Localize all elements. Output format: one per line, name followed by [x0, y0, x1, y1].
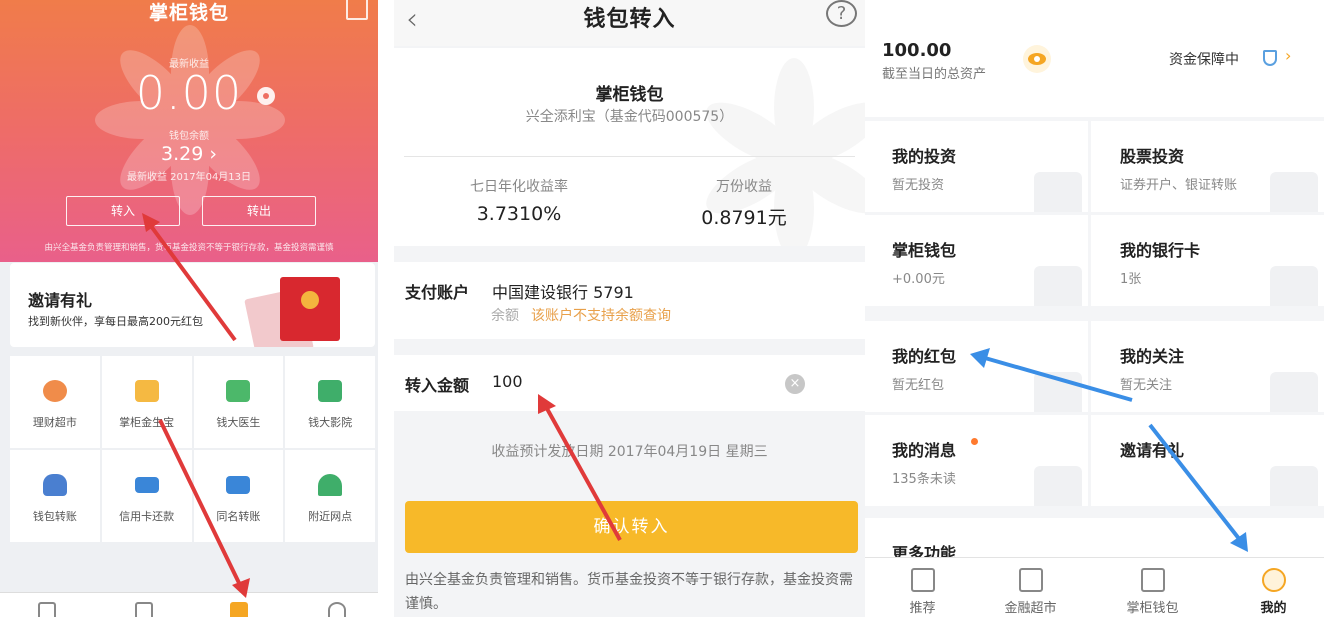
- balance-hint-value: 该账户不支持余额查询: [531, 308, 671, 324]
- rate-value: 3.7310%: [476, 203, 562, 225]
- pay-account-row[interactable]: 支付账户 中国建设银行 5791 余额 该账户不支持余额查询: [394, 262, 865, 339]
- pay-account-value: 中国建设银行 5791: [492, 283, 634, 302]
- credit-card-icon: [134, 477, 159, 493]
- product-name: 掌柜钱包: [595, 85, 664, 105]
- film-icon: [318, 380, 343, 402]
- total-assets: 100.00: [882, 40, 952, 61]
- money-bag-icon: [42, 474, 67, 496]
- eye-icon[interactable]: [257, 87, 275, 105]
- grid-item-credit-card[interactable]: 信用卡还款: [101, 450, 192, 542]
- tile-invite[interactable]: 邀请有礼: [1091, 415, 1324, 506]
- profile-icon: [1261, 568, 1286, 592]
- balance-hint-label: 余额: [491, 308, 519, 324]
- amount-input[interactable]: 100: [492, 372, 523, 391]
- red-envelope-icon: [280, 277, 340, 341]
- disclaimer: 由兴全基金负责管理和销售，货币基金投资不等于银行存款，基金投资需谨慎: [44, 243, 334, 253]
- money-bag-icon: [1270, 172, 1318, 212]
- nav-mine[interactable]: 我的: [1216, 558, 1324, 617]
- fund-protection[interactable]: 资金保障中: [1169, 49, 1239, 69]
- grid-item-doctor[interactable]: 钱大医生: [193, 356, 284, 448]
- grid-item-cinema[interactable]: 钱大影院: [285, 356, 375, 448]
- confirm-transfer-button[interactable]: 确认转入: [405, 501, 858, 553]
- help-icon[interactable]: ?: [826, 0, 857, 27]
- credit-card-icon: [1270, 266, 1318, 306]
- income-date: 收益预计发放日期 2017年04月19日 星期三: [491, 444, 768, 460]
- invite-banner[interactable]: 邀请有礼 找到新伙伴，享每日最高200元红包: [10, 263, 375, 347]
- eye-icon[interactable]: [1023, 45, 1051, 73]
- bottom-nav: [0, 592, 378, 617]
- profile-icon[interactable]: [328, 602, 346, 617]
- wanfen-value: 0.8791元: [701, 207, 787, 229]
- building-icon: [910, 568, 935, 592]
- grid-item-wallet-transfer[interactable]: 钱包转账: [10, 450, 100, 542]
- amount-label: 转入金额: [405, 376, 470, 395]
- nav-header: ‹ 钱包转入 ?: [394, 0, 865, 46]
- page-title: 掌柜钱包: [148, 2, 229, 24]
- envelope-icon: [1034, 466, 1082, 506]
- tile-wallet[interactable]: 掌柜钱包 +0.00元: [865, 215, 1088, 306]
- tile-more[interactable]: 更多功能: [865, 518, 1324, 558]
- basket-icon: [1018, 568, 1043, 592]
- map-pin-icon: [318, 474, 343, 496]
- transfer-in-screen: ‹ 钱包转入 ? 掌柜钱包 兴全添利宝（基金代码000575） 七日年化收益率 …: [394, 0, 865, 617]
- gold-ingot-icon: [134, 380, 159, 402]
- id-card-icon: [226, 476, 251, 494]
- footer-disclaimer: 由兴全基金负责管理和销售。货币基金投资不等于银行存款，基金投资需谨慎。: [405, 572, 853, 612]
- transfer-in-button[interactable]: 转入: [66, 196, 180, 226]
- pie-chart-icon: [42, 380, 67, 402]
- wallet-icon: [1140, 568, 1165, 592]
- tile-stock-investment[interactable]: 股票投资 证券开户、银证转账: [1091, 121, 1324, 212]
- transfer-out-button[interactable]: 转出: [202, 196, 316, 226]
- chevron-right-icon: ›: [1285, 46, 1292, 65]
- total-assets-label: 截至当日的总资产: [882, 67, 987, 82]
- tile-messages[interactable]: 我的消息 135条未读: [865, 415, 1088, 506]
- star-icon: [1270, 372, 1318, 412]
- invite-title: 邀请有礼: [28, 291, 93, 310]
- grid-item-same-name-transfer[interactable]: 同名转账: [193, 450, 284, 542]
- medical-kit-icon: [226, 380, 251, 402]
- page-title: 钱包转入: [583, 7, 676, 32]
- grid-item-nearby[interactable]: 附近网点: [285, 450, 375, 542]
- flower-watermark-icon: [95, 25, 285, 215]
- chart-icon: [1034, 172, 1082, 212]
- wallet-icon[interactable]: [230, 602, 248, 617]
- people-icon: [1270, 466, 1318, 506]
- scan-icon[interactable]: [346, 0, 368, 20]
- pay-account-label: 支付账户: [405, 283, 470, 302]
- clear-icon[interactable]: ×: [785, 374, 805, 394]
- tile-red-packet[interactable]: 我的红包 暂无红包: [865, 321, 1088, 412]
- grid-item-gold[interactable]: 掌柜金生宝: [101, 356, 192, 448]
- bottom-nav: 推荐 金融超市 掌柜钱包 我的: [865, 557, 1324, 617]
- wallet-header: 掌柜钱包 最新收益 0.00 钱包余额 3.29 › 最新收益 2017年04月…: [0, 0, 378, 262]
- building-icon[interactable]: [38, 602, 56, 617]
- product-card: 掌柜钱包 兴全添利宝（基金代码000575） 七日年化收益率 3.7310% 万…: [394, 48, 865, 246]
- basket-icon[interactable]: [135, 602, 153, 617]
- invite-subtitle: 找到新伙伴，享每日最高200元红包: [28, 315, 203, 328]
- latest-date: 最新收益 2017年04月13日: [126, 172, 252, 183]
- coin-icon: [1034, 372, 1082, 412]
- nav-finance-market[interactable]: 金融超市: [973, 558, 1088, 617]
- tile-my-investment[interactable]: 我的投资 暂无投资: [865, 121, 1088, 212]
- grid-item-finance-market[interactable]: 理财超市: [10, 356, 100, 448]
- feature-grid: 理财超市 掌柜金生宝 钱大医生 钱大影院 钱包转账 信用卡还款 同名转账 附近网…: [10, 356, 375, 542]
- nav-wallet[interactable]: 掌柜钱包: [1095, 558, 1210, 617]
- yesterday-value: 0.00: [135, 66, 243, 120]
- divider: [404, 156, 855, 157]
- product-code: 兴全添利宝（基金代码000575）: [525, 109, 734, 125]
- asset-summary[interactable]: 100.00 截至当日的总资产 资金保障中 ›: [865, 0, 1324, 117]
- wallet-icon: [1034, 266, 1082, 306]
- rate-label: 七日年化收益率: [470, 179, 568, 195]
- tile-follow[interactable]: 我的关注 暂无关注: [1091, 321, 1324, 412]
- balance-label: 钱包余额: [169, 131, 209, 142]
- unread-dot: [971, 438, 978, 445]
- nav-recommend[interactable]: 推荐: [865, 558, 980, 617]
- balance-value[interactable]: 3.29 ›: [0, 143, 378, 165]
- shield-icon: [1263, 50, 1277, 66]
- wallet-home-screen: 掌柜钱包 最新收益 0.00 钱包余额 3.29 › 最新收益 2017年04月…: [0, 0, 378, 617]
- tile-bank-card[interactable]: 我的银行卡 1张: [1091, 215, 1324, 306]
- wanfen-label: 万份收益: [716, 179, 772, 195]
- my-account-screen: 100.00 截至当日的总资产 资金保障中 › 我的投资 暂无投资 股票投资 证券开…: [865, 0, 1324, 617]
- amount-row: 转入金额 100 ×: [394, 355, 865, 411]
